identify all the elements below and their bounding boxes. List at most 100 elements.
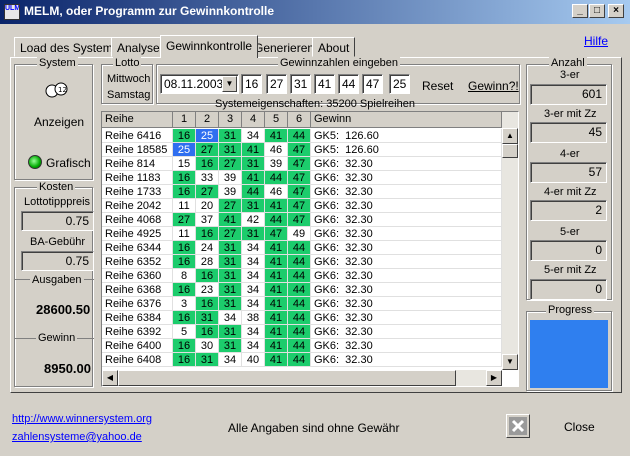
table-row[interactable]: Reihe 6352 16 28 31 34 41 44 GK6: 32.30 [102, 255, 502, 270]
table-row[interactable]: Reihe 814 15 16 27 31 39 47 GK6: 32.30 [102, 157, 502, 172]
cell-number: 41 [265, 297, 288, 311]
ba-gebuehr-field[interactable]: 0.75 [21, 251, 94, 271]
cell-reihe: Reihe 6368 [102, 283, 173, 297]
table-row[interactable]: Reihe 6360 8 16 31 34 41 44 GK6: 32.30 [102, 269, 502, 284]
results-grid[interactable]: Reihe 1 2 3 4 5 6 Gewinn Reihe 6416 16 25 3… [101, 111, 519, 387]
table-row[interactable]: Reihe 6344 16 24 31 34 41 44 GK6: 32.30 [102, 241, 502, 256]
table-row[interactable]: Reihe 1183 16 33 39 41 44 47 GK6: 32.30 [102, 171, 502, 186]
table-row[interactable]: Reihe 6368 16 23 31 34 41 44 GK6: 32.30 [102, 283, 502, 298]
minimize-button[interactable]: _ [572, 4, 588, 18]
grafisch-led-icon[interactable] [28, 155, 42, 169]
header-col-3[interactable]: 3 [219, 112, 242, 128]
horizontal-scrollbar[interactable]: ◀ ▶ [102, 370, 502, 386]
table-row[interactable]: Reihe 6416 16 25 31 34 41 44 GK5: 126.60 [102, 129, 502, 144]
mittwoch-option[interactable]: Mittwoch [107, 73, 150, 85]
number-field-5[interactable]: 44 [338, 74, 359, 94]
cell-number: 38 [242, 311, 265, 325]
scroll-right-icon[interactable]: ▶ [486, 370, 502, 386]
header-col-1[interactable]: 1 [173, 112, 196, 128]
chevron-down-icon[interactable]: ▼ [222, 76, 237, 92]
lottotipppreis-field[interactable]: 0.75 [21, 211, 94, 231]
cell-number: 42 [242, 213, 265, 227]
close-button[interactable]: Close [564, 420, 595, 434]
cell-number: 44 [288, 325, 311, 339]
tab-gewinnkontrolle[interactable]: Gewinnkontrolle [160, 35, 259, 58]
cell-gewinn: GK6: 32.30 [311, 255, 502, 269]
email-link[interactable]: zahlensysteme@yahoo.de [12, 431, 142, 443]
vertical-scrollbar[interactable]: ▲ ▼ [502, 112, 518, 370]
cell-number: 16 [196, 227, 219, 241]
website-link[interactable]: http://www.winnersystem.org [12, 413, 152, 425]
scroll-down-icon[interactable]: ▼ [502, 354, 518, 370]
header-reihe[interactable]: Reihe [102, 112, 173, 128]
cell-number: 39 [219, 185, 242, 199]
reset-button[interactable]: Reset [422, 79, 453, 93]
table-row[interactable]: Reihe 18585 25 27 31 41 46 47 GK5: 126.60 [102, 143, 502, 158]
table-row[interactable]: Reihe 1733 16 27 39 44 46 47 GK6: 32.30 [102, 185, 502, 200]
horizontal-scroll-thumb[interactable] [118, 370, 456, 386]
cell-number: 16 [173, 255, 196, 269]
number-field-6[interactable]: 47 [362, 74, 383, 94]
svg-text:12: 12 [58, 86, 67, 94]
cell-gewinn: GK6: 32.30 [311, 213, 502, 227]
cell-number: 34 [242, 283, 265, 297]
cell-number: 41 [265, 255, 288, 269]
system-group-title: System [37, 57, 78, 69]
count-label-5er-zz: 5-er mit Zz [544, 264, 597, 276]
header-col-4[interactable]: 4 [242, 112, 265, 128]
table-row[interactable]: Reihe 4925 11 16 27 31 47 49 GK6: 32.30 [102, 227, 502, 242]
date-select[interactable]: 08.11.2003 ▼ [160, 74, 239, 94]
cell-number: 41 [242, 171, 265, 185]
help-link[interactable]: Hilfe [584, 34, 608, 48]
cell-number: 16 [196, 269, 219, 283]
title-bar: ULM MELM, oder Programm zur Gewinnkontro… [0, 0, 630, 24]
cell-number: 44 [288, 129, 311, 143]
tab-analyse[interactable]: Analyse [111, 37, 166, 57]
date-value: 08.11.2003 [164, 77, 224, 91]
zusatzzahl-field[interactable]: 25 [389, 74, 410, 94]
cell-number: 3 [173, 297, 196, 311]
header-col-2[interactable]: 2 [196, 112, 219, 128]
cell-gewinn: GK6: 32.30 [311, 185, 502, 199]
maximize-button[interactable]: □ [589, 4, 605, 18]
header-col-6[interactable]: 6 [288, 112, 311, 128]
number-field-3[interactable]: 31 [290, 74, 311, 94]
table-row[interactable]: Reihe 2042 11 20 27 31 41 47 GK6: 32.30 [102, 199, 502, 214]
table-row[interactable]: Reihe 6384 16 31 34 38 41 44 GK6: 32.30 [102, 311, 502, 326]
cell-reihe: Reihe 6416 [102, 129, 173, 143]
count-label-4er: 4-er [560, 148, 580, 160]
cell-number: 30 [196, 339, 219, 353]
cell-number: 47 [265, 227, 288, 241]
number-field-2[interactable]: 27 [266, 74, 287, 94]
header-col-5[interactable]: 5 [265, 112, 288, 128]
scroll-up-icon[interactable]: ▲ [502, 128, 518, 144]
table-row[interactable]: Reihe 6392 5 16 31 34 41 44 GK6: 32.30 [102, 325, 502, 340]
close-window-button[interactable]: × [608, 4, 624, 18]
cell-number: 41 [219, 213, 242, 227]
table-row[interactable]: Reihe 6400 16 30 31 34 41 44 GK6: 32.30 [102, 339, 502, 354]
samstag-option[interactable]: Samstag [107, 89, 150, 101]
cell-number: 47 [288, 143, 311, 157]
progress-indicator [530, 320, 608, 388]
header-gewinn[interactable]: Gewinn [311, 112, 502, 128]
cell-reihe: Reihe 6352 [102, 255, 173, 269]
vertical-scroll-thumb[interactable] [502, 144, 518, 158]
scroll-left-icon[interactable]: ◀ [102, 370, 118, 386]
close-x-icon[interactable] [506, 414, 530, 438]
cell-number: 31 [242, 157, 265, 171]
cell-number: 31 [219, 255, 242, 269]
tab-about[interactable]: About [312, 37, 356, 57]
cell-number: 46 [265, 143, 288, 157]
gewinn-check-button[interactable]: Gewinn?! [468, 79, 519, 93]
cell-reihe: Reihe 814 [102, 157, 173, 171]
cell-gewinn: GK6: 32.30 [311, 311, 502, 325]
tab-load-des-systems[interactable]: Load des Systems [14, 37, 125, 57]
cell-gewinn: GK6: 32.30 [311, 353, 502, 367]
table-row[interactable]: Reihe 4068 27 37 41 42 44 47 GK6: 32.30 [102, 213, 502, 228]
table-row[interactable]: Reihe 6408 16 31 34 40 41 44 GK6: 32.30 [102, 353, 502, 368]
table-row[interactable]: Reihe 6376 3 16 31 34 41 44 GK6: 32.30 [102, 297, 502, 312]
tab-generieren[interactable]: Generieren [248, 37, 321, 57]
cell-number: 40 [242, 353, 265, 367]
number-field-4[interactable]: 41 [314, 74, 335, 94]
number-field-1[interactable]: 16 [241, 74, 262, 94]
